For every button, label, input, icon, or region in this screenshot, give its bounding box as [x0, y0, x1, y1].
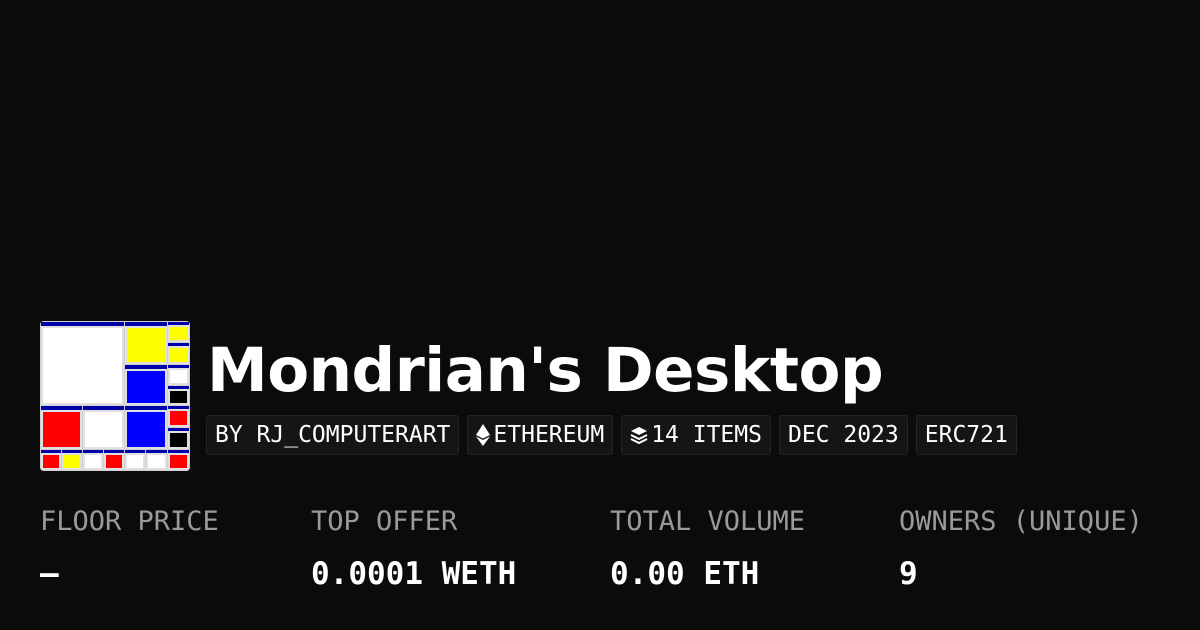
standard-chip: ERC721	[915, 415, 1017, 455]
creator-label: BY RJ_COMPUTERART	[215, 422, 451, 448]
stat-value: 9	[899, 556, 918, 592]
stat-top-offer: TOP OFFER 0.0001 WETH	[311, 505, 516, 593]
chain-chip[interactable]: ETHEREUM	[467, 415, 614, 455]
stat-label: TOTAL VOLUME	[610, 506, 806, 537]
items-chip[interactable]: 14 ITEMS	[621, 415, 771, 455]
ethereum-icon	[476, 424, 491, 446]
items-count: 14 ITEMS	[651, 422, 762, 448]
mondrian-desktop-artwork	[40, 321, 190, 471]
layers-icon	[630, 426, 648, 444]
stat-owners: OWNERS (UNIQUE) 9	[899, 505, 1143, 593]
stat-value: –	[40, 556, 59, 592]
stat-label: OWNERS (UNIQUE)	[899, 506, 1143, 537]
collection-thumbnail[interactable]	[40, 321, 190, 471]
stat-value: 0.00 ETH	[610, 556, 760, 592]
stat-total-volume: TOTAL VOLUME 0.00 ETH	[610, 505, 805, 593]
stat-label: TOP OFFER	[311, 506, 458, 537]
chain-label: ETHEREUM	[493, 422, 605, 448]
stat-value: 0.0001 WETH	[311, 556, 517, 592]
stat-label: FLOOR PRICE	[40, 506, 219, 537]
stat-floor-price: FLOOR PRICE –	[40, 505, 219, 593]
date-chip: DEC 2023	[778, 415, 908, 455]
created-date: DEC 2023	[787, 422, 899, 448]
token-standard: ERC721	[924, 422, 1008, 448]
collection-meta-chips: BY RJ_COMPUTERART ETHEREUM 14 ITEMS DEC …	[206, 415, 1017, 455]
collection-title: Mondrian's Desktop	[207, 335, 884, 406]
creator-chip[interactable]: BY RJ_COMPUTERART	[206, 415, 460, 455]
